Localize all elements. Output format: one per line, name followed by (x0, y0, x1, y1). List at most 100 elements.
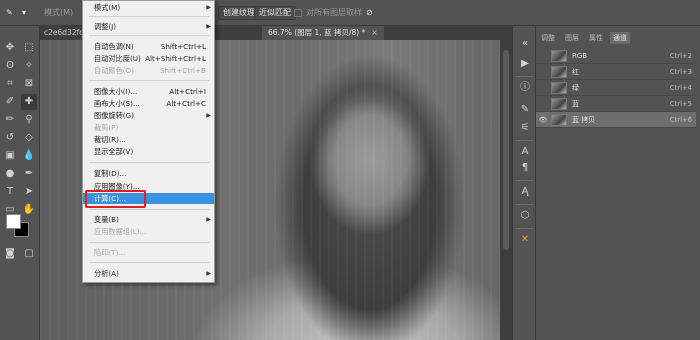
menu-item-adjustments[interactable]: 调整(J) ▶ (83, 21, 214, 32)
tab-layers[interactable]: 图层 (562, 32, 582, 44)
close-icon[interactable]: × (371, 28, 377, 37)
menu-item-duplicate[interactable]: 复制(D)... (83, 168, 214, 179)
tools-cross-icon[interactable]: ✕ (517, 232, 533, 248)
quick-mask-icon[interactable]: ◙ (2, 246, 18, 262)
channel-row-rgb[interactable]: RGB Ctrl+2 (536, 48, 696, 64)
type-tool-icon[interactable]: T (2, 184, 18, 200)
menu-item-label: 应用数据组(L)... (94, 227, 147, 236)
quick-select-tool-icon[interactable]: ✧ (21, 58, 37, 74)
menu-item-auto-color: 自动颜色(O) Shift+Ctrl+B (83, 65, 214, 76)
pressure-icon[interactable]: ⊘ (366, 0, 373, 26)
move-tool-icon[interactable]: ✥ (2, 40, 18, 56)
visibility-toggle[interactable] (538, 99, 548, 109)
pen-tool-icon[interactable]: ✒ (21, 166, 37, 182)
info-icon[interactable]: ⓘ (517, 80, 533, 96)
menu-item-trap: 陷印(T)... (83, 247, 214, 258)
menu-item-canvas-size[interactable]: 画布大小(S)... Alt+Ctrl+C (83, 98, 214, 109)
image-menu: 模式(M) ▶ 调整(J) ▶ 自动色调(N) Shift+Ctrl+L 自动对比度(… (82, 0, 215, 283)
screen-mode-icon[interactable]: ▢ (21, 246, 37, 262)
submenu-arrow-icon: ▶ (206, 112, 211, 119)
scrollbar-thumb[interactable] (503, 50, 509, 250)
channel-row-red[interactable]: 红 Ctrl+3 (536, 64, 696, 80)
menu-item-auto-contrast[interactable]: 自动对比度(U) Alt+Shift+Ctrl+L (83, 53, 214, 64)
menu-item-label: 调整(J) (94, 22, 117, 31)
brush-settings-icon[interactable]: ✎ (517, 102, 533, 118)
crop-tool-icon[interactable]: ⌗ (2, 76, 18, 92)
dodge-tool-icon[interactable]: ● (2, 166, 18, 182)
lasso-tool-icon[interactable]: ʘ (2, 58, 18, 74)
history-brush-tool-icon[interactable]: ↺ (2, 130, 18, 146)
panel-icon-dock: « ▶ ⓘ ✎ ⚟ A ¶ Ą ⬡ ✕ (512, 26, 536, 340)
tab-channels[interactable]: 通道 (610, 32, 630, 44)
frame-tool-icon[interactable]: ⊠ (21, 76, 37, 92)
channel-name: 红 (572, 68, 579, 76)
chevron-down-icon[interactable]: ▾ (22, 0, 26, 26)
menu-item-label: 自动颜色(O) (94, 66, 135, 75)
menu-item-shortcut: Alt+Ctrl+I (169, 87, 206, 96)
menu-item-image-rotation[interactable]: 图像旋转(G) ▶ (83, 110, 214, 121)
hand-tool-icon[interactable]: ✋ (21, 202, 37, 218)
menu-item-crop: 裁剪(P) (83, 122, 214, 133)
eyedropper-tool-icon[interactable]: ✐ (2, 94, 18, 110)
dock-separator (516, 180, 534, 181)
channel-thumbnail (551, 66, 567, 78)
visibility-toggle[interactable] (538, 67, 548, 77)
menu-item-shortcut: Alt+Ctrl+C (166, 99, 206, 108)
eye-icon[interactable]: 👁 (538, 115, 548, 125)
foreground-color-swatch[interactable] (6, 214, 21, 229)
dock-separator (516, 228, 534, 229)
menu-item-reveal-all[interactable]: 显示全部(V) (83, 146, 214, 157)
sample-all-layers-checkbox[interactable] (294, 9, 302, 17)
channel-shortcut: Ctrl+3 (669, 68, 692, 76)
channel-thumbnail (551, 82, 567, 94)
eraser-tool-icon[interactable]: ◇ (21, 130, 37, 146)
blur-tool-icon[interactable]: 💧 (21, 148, 37, 164)
play-action-icon[interactable]: ▶ (517, 56, 533, 72)
channel-thumbnail (551, 114, 567, 126)
paragraph-icon[interactable]: ¶ (517, 160, 533, 176)
menu-item-variables[interactable]: 变量(B) ▶ (83, 214, 214, 225)
tab-properties[interactable]: 属性 (586, 32, 606, 44)
healing-brush-tool-icon[interactable]: ✚ (21, 94, 37, 110)
channel-shortcut: Ctrl+5 (669, 100, 692, 108)
gradient-tool-icon[interactable]: ▣ (2, 148, 18, 164)
menu-item-mode[interactable]: 模式(M) ▶ (83, 2, 214, 13)
channel-name: RGB (572, 52, 588, 60)
channel-row-blue[interactable]: 蓝 Ctrl+5 (536, 96, 696, 112)
menu-separator (89, 262, 209, 263)
visibility-toggle[interactable] (538, 83, 548, 93)
menu-separator (89, 80, 209, 81)
menu-item-auto-tone[interactable]: 自动色调(N) Shift+Ctrl+L (83, 41, 214, 52)
tool-preset-icon[interactable]: ✎ (6, 0, 13, 26)
channel-row-green[interactable]: 绿 Ctrl+4 (536, 80, 696, 96)
glyphs-icon[interactable]: Ą (517, 184, 533, 200)
menu-item-trim[interactable]: 裁切(R)... (83, 134, 214, 145)
document-tab-inactive[interactable]: c2e6d32fd (44, 26, 84, 40)
menu-item-label: 自动色调(N) (94, 42, 134, 51)
channel-row-blue-copy[interactable]: 👁 蓝 拷贝 Ctrl+6 (536, 112, 696, 128)
menu-item-analysis[interactable]: 分析(A) ▶ (83, 268, 214, 279)
collapse-panels-icon[interactable]: « (517, 36, 533, 52)
menu-item-label: 裁剪(P) (94, 123, 119, 132)
tab-adjustments[interactable]: 调整 (538, 32, 558, 44)
menu-item-image-size[interactable]: 图像大小(I)... Alt+Ctrl+I (83, 86, 214, 97)
menu-separator (89, 16, 209, 17)
document-tab-active[interactable]: 66.7% (图层 1, 蓝 拷贝/8) * × (262, 26, 384, 40)
submenu-arrow-icon: ▶ (206, 270, 211, 277)
proximity-match-button[interactable]: 近似匹配 (254, 6, 296, 20)
menu-item-label: 画布大小(S)... (94, 99, 140, 108)
character-icon[interactable]: A (517, 144, 533, 160)
visibility-toggle[interactable] (538, 51, 548, 61)
marquee-tool-icon[interactable]: ⬚ (21, 40, 37, 56)
dock-separator (516, 204, 534, 205)
vertical-scrollbar[interactable] (500, 40, 512, 340)
panel-tabs: 调整 图层 属性 通道 (536, 32, 700, 44)
channel-name: 蓝 拷贝 (572, 116, 596, 124)
channel-shortcut: Ctrl+4 (669, 84, 692, 92)
3d-icon[interactable]: ⬡ (517, 208, 533, 224)
sample-all-layers-label: 对所有图层取样 (306, 8, 362, 17)
stamp-tool-icon[interactable]: ⚲ (21, 112, 37, 128)
path-select-tool-icon[interactable]: ➤ (21, 184, 37, 200)
brush-tool-icon[interactable]: ✏ (2, 112, 18, 128)
adjustment-sliders-icon[interactable]: ⚟ (517, 120, 533, 136)
